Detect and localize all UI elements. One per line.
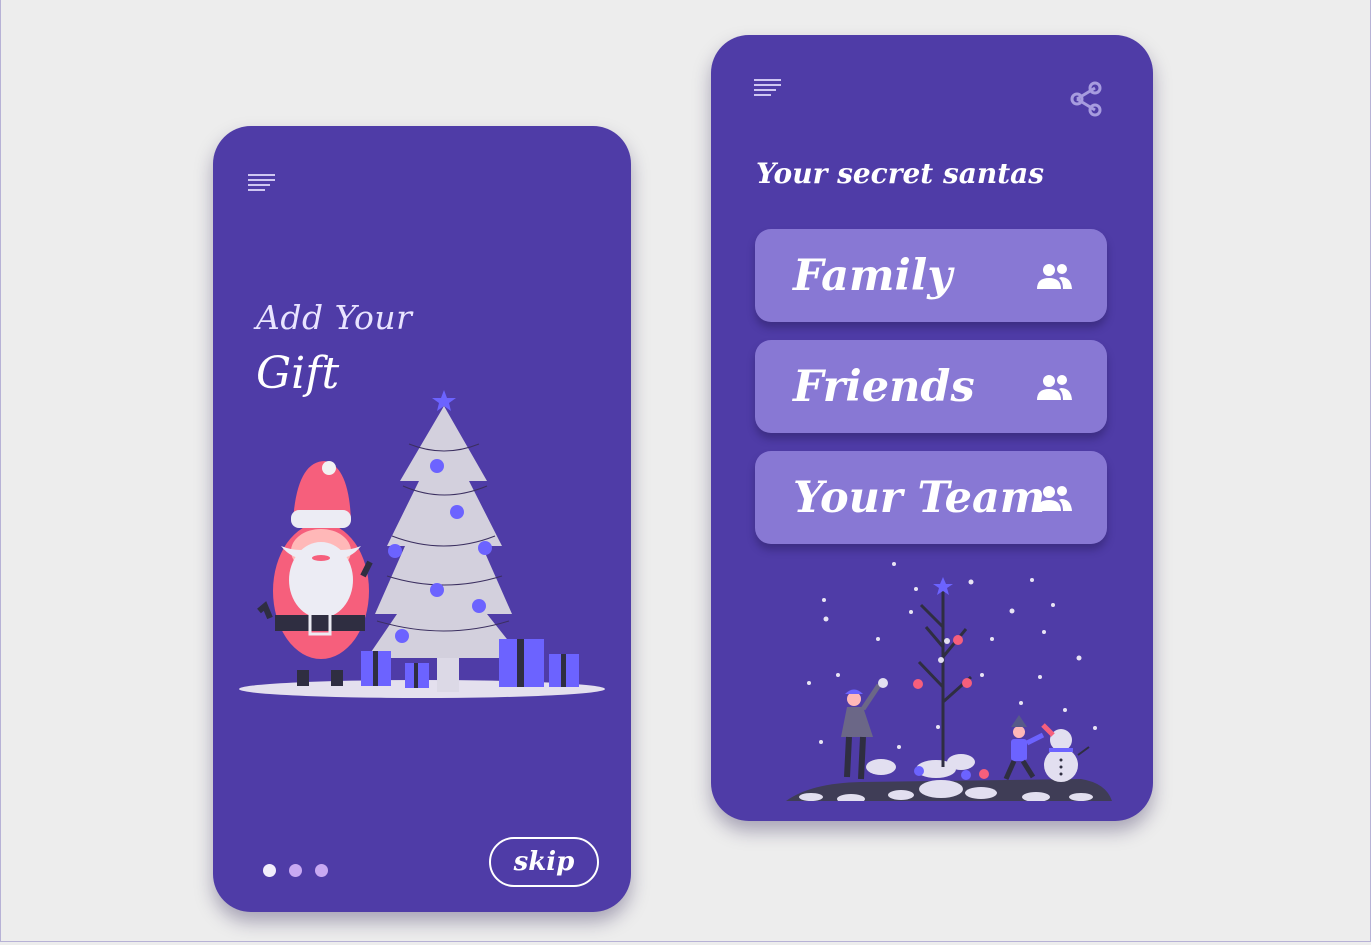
group-label: Your Team bbox=[793, 472, 1046, 523]
onboarding-screen: Add Your Gift skip bbox=[213, 126, 631, 912]
winter-illustration bbox=[786, 562, 1112, 801]
page-dot-2[interactable] bbox=[289, 864, 302, 877]
canvas-border bbox=[0, 0, 1371, 942]
onboarding-title-line1: Add Your bbox=[256, 298, 413, 337]
people-icon bbox=[1037, 263, 1072, 289]
page-dot-1[interactable] bbox=[263, 864, 276, 877]
page-indicator bbox=[263, 864, 328, 877]
people-icon bbox=[1037, 374, 1072, 400]
page-title: Your secret santas bbox=[756, 157, 1045, 190]
skip-button[interactable]: skip bbox=[489, 837, 599, 887]
secret-santas-screen: Your secret santas Family Friends Your T… bbox=[711, 35, 1153, 821]
menu-icon[interactable] bbox=[248, 174, 276, 196]
share-icon[interactable] bbox=[1067, 80, 1105, 118]
group-card-family[interactable]: Family bbox=[755, 229, 1107, 322]
group-card-friends[interactable]: Friends bbox=[755, 340, 1107, 433]
page-dot-3[interactable] bbox=[315, 864, 328, 877]
group-card-your-team[interactable]: Your Team bbox=[755, 451, 1107, 544]
santa-illustration bbox=[239, 390, 605, 698]
group-label: Friends bbox=[793, 361, 975, 412]
menu-icon[interactable] bbox=[754, 79, 782, 101]
group-label: Family bbox=[793, 250, 953, 301]
people-icon bbox=[1037, 485, 1072, 511]
